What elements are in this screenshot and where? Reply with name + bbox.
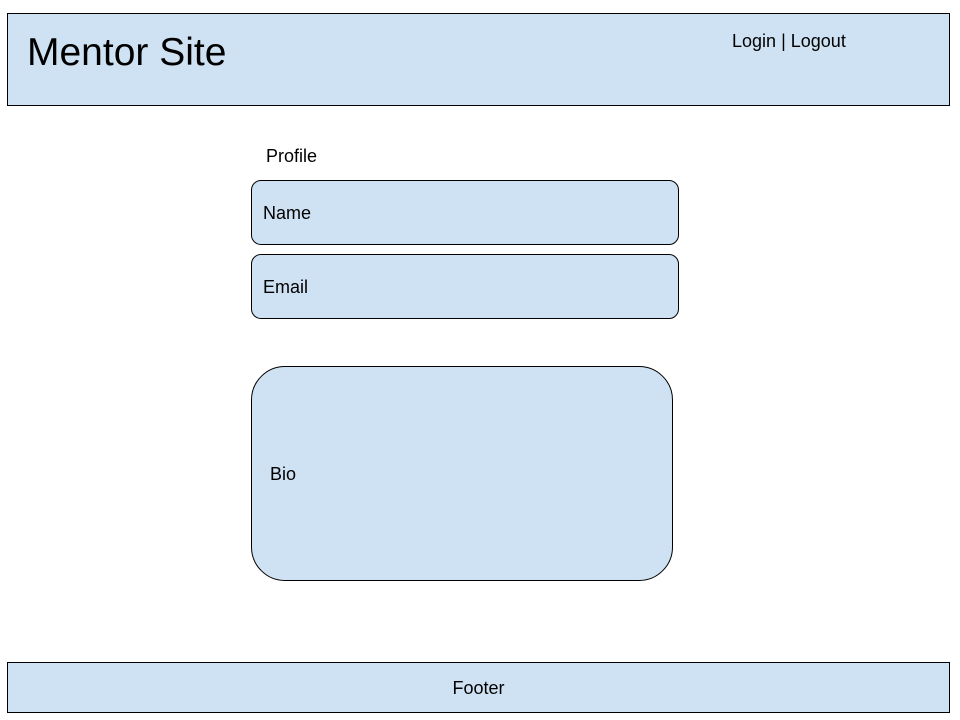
- footer-label: Footer: [452, 678, 505, 698]
- email-field-label: Email: [263, 277, 309, 297]
- footer: Footer: [7, 662, 950, 713]
- login-link[interactable]: Login: [732, 31, 776, 51]
- header: Mentor Site Login | Logout: [7, 13, 950, 106]
- page: Mentor Site Login | Logout Profile Name …: [0, 0, 960, 720]
- bio-field-label: Bio: [270, 464, 297, 484]
- site-title: Mentor Site: [27, 31, 227, 74]
- bio-field[interactable]: Bio: [251, 366, 673, 581]
- auth-separator: |: [781, 31, 786, 51]
- profile-heading: Profile: [266, 146, 318, 166]
- logout-link[interactable]: Logout: [791, 31, 846, 51]
- name-field-label: Name: [263, 203, 312, 223]
- auth-links: Login | Logout: [732, 30, 846, 52]
- name-field[interactable]: Name: [251, 180, 679, 245]
- email-field[interactable]: Email: [251, 254, 679, 319]
